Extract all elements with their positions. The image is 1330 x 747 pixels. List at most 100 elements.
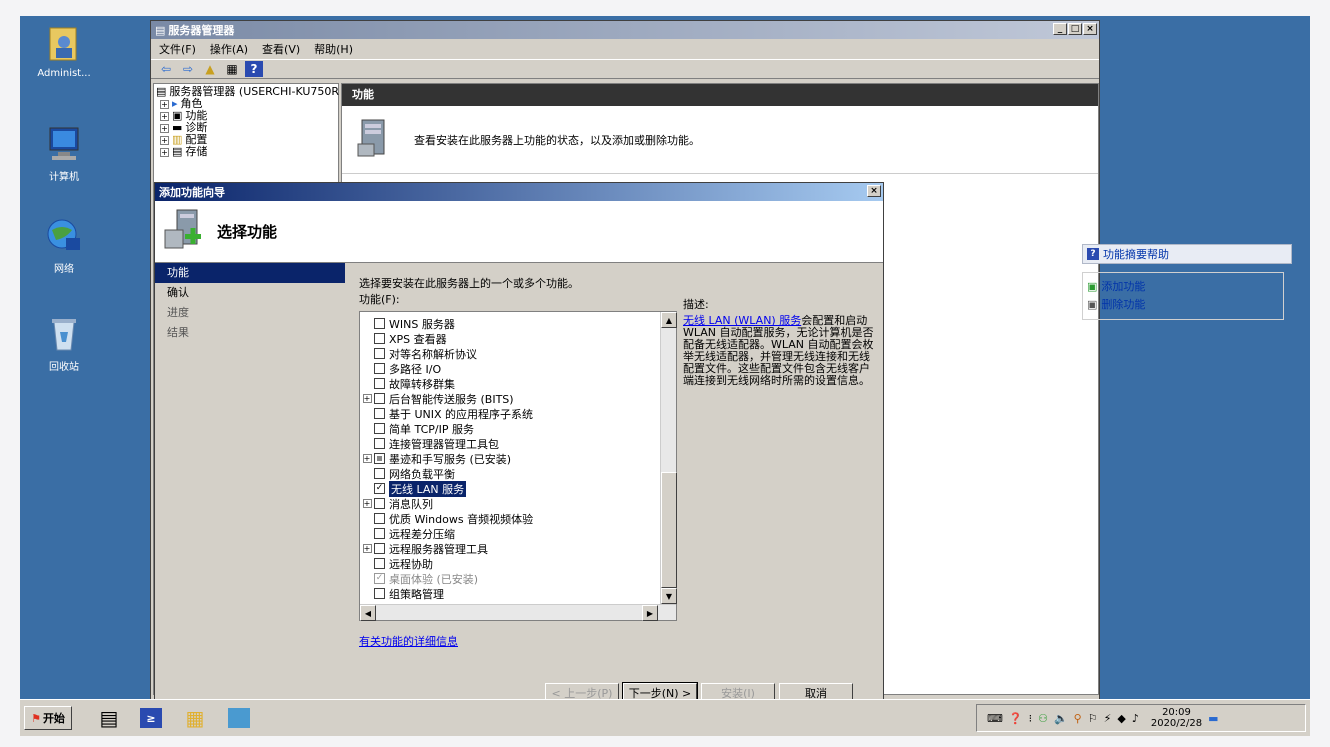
- feature-checkbox[interactable]: [374, 558, 385, 569]
- wizard-titlebar[interactable]: 添加功能向导 ×: [155, 183, 883, 201]
- input-method-icon[interactable]: ⁝: [1029, 712, 1033, 725]
- taskbar-control-panel[interactable]: [224, 704, 254, 732]
- minimize-button[interactable]: _: [1053, 23, 1067, 35]
- show-desktop-icon[interactable]: ▬: [1208, 712, 1218, 725]
- speaker-icon[interactable]: ♪: [1132, 712, 1139, 725]
- feature-row[interactable]: + 后台智能传送服务 (BITS): [360, 391, 660, 406]
- expand-icon[interactable]: +: [160, 99, 169, 109]
- network-connections-icon[interactable]: ◆: [1117, 712, 1125, 725]
- menu-file[interactable]: 文件(F): [159, 41, 196, 57]
- horizontal-scrollbar[interactable]: ◀ ▶: [360, 604, 676, 621]
- menu-action[interactable]: 操作(A): [210, 41, 248, 57]
- feature-checkbox[interactable]: [374, 393, 385, 404]
- menu-help[interactable]: 帮助(H): [314, 41, 353, 57]
- feature-row[interactable]: WINS 服务器: [360, 316, 660, 331]
- desktop-icon-administrator[interactable]: Administ...: [24, 24, 104, 79]
- features-list[interactable]: WINS 服务器 XPS 查看器 对等名称解析协议 多路径 I/O 故障转移群集 + 后台智…: [359, 311, 677, 621]
- scroll-right-icon[interactable]: ▶: [642, 605, 658, 621]
- feature-row[interactable]: + 远程服务器管理工具: [360, 541, 660, 556]
- feature-row[interactable]: 故障转移群集: [360, 376, 660, 391]
- feature-checkbox[interactable]: [374, 378, 385, 389]
- help-icon[interactable]: ?: [245, 61, 263, 77]
- feature-row[interactable]: ✓ 无线 LAN 服务: [360, 480, 660, 497]
- window-titlebar[interactable]: ▤ 服务器管理器 _ □ ×: [151, 21, 1099, 39]
- taskbar-powershell[interactable]: ≥: [136, 704, 166, 732]
- expand-icon[interactable]: +: [360, 544, 374, 553]
- step-features[interactable]: 功能: [155, 263, 345, 283]
- tree-item-configuration[interactable]: + ▥ 配置: [156, 134, 336, 146]
- wizard-close-button[interactable]: ×: [867, 185, 881, 197]
- search-icon[interactable]: ⚲: [1074, 712, 1082, 725]
- taskbar-server-manager[interactable]: ▤: [94, 704, 124, 732]
- expand-icon[interactable]: +: [360, 394, 374, 403]
- clock[interactable]: 20:09 2020/2/28: [1151, 707, 1202, 729]
- scroll-left-icon[interactable]: ◀: [360, 605, 376, 621]
- feature-row[interactable]: ✓ 桌面体验 (已安装): [360, 571, 660, 586]
- feature-checkbox[interactable]: [374, 513, 385, 524]
- feature-checkbox[interactable]: [374, 588, 385, 599]
- desktop-icon-network[interactable]: 网络: [24, 216, 104, 275]
- expand-icon[interactable]: +: [160, 135, 169, 145]
- tree-item-features[interactable]: + ▣ 功能: [156, 110, 336, 122]
- remove-features-link[interactable]: ▣ 删除功能: [1087, 295, 1279, 313]
- feature-checkbox[interactable]: [374, 543, 385, 554]
- menu-view[interactable]: 查看(V): [262, 41, 300, 57]
- help-tray-icon[interactable]: ❓: [1009, 712, 1023, 725]
- add-features-link[interactable]: ▣ 添加功能: [1087, 277, 1279, 295]
- back-arrow-icon[interactable]: ⇦: [157, 61, 175, 77]
- start-button[interactable]: ⚑ 开始: [24, 706, 72, 730]
- feature-row[interactable]: 网络负载平衡: [360, 466, 660, 481]
- feature-row[interactable]: 远程差分压缩: [360, 526, 660, 541]
- feature-row[interactable]: 远程协助: [360, 556, 660, 571]
- feature-checkbox[interactable]: ✓: [374, 483, 385, 494]
- expand-icon[interactable]: +: [160, 111, 169, 121]
- feature-row[interactable]: + 消息队列: [360, 496, 660, 511]
- feature-checkbox[interactable]: [374, 318, 385, 329]
- flag-icon[interactable]: ⚐: [1088, 712, 1098, 725]
- feature-checkbox[interactable]: [374, 468, 385, 479]
- expand-icon[interactable]: +: [360, 454, 374, 463]
- feature-checkbox[interactable]: [374, 408, 385, 419]
- maximize-button[interactable]: □: [1068, 23, 1082, 35]
- volume-icon[interactable]: 🔈: [1054, 712, 1068, 725]
- feature-checkbox[interactable]: [374, 498, 385, 509]
- forward-arrow-icon[interactable]: ⇨: [179, 61, 197, 77]
- desktop-icon-computer[interactable]: 计算机: [24, 124, 104, 183]
- feature-row[interactable]: 简单 TCP/IP 服务: [360, 421, 660, 436]
- expand-icon[interactable]: +: [160, 147, 169, 157]
- close-button[interactable]: ×: [1083, 23, 1097, 35]
- tree-item-diagnostics[interactable]: + ▬ 诊断: [156, 122, 336, 134]
- feature-row[interactable]: 多路径 I/O: [360, 361, 660, 376]
- help-title-row[interactable]: ? 功能摘要帮助: [1082, 244, 1292, 264]
- feature-checkbox[interactable]: [374, 438, 385, 449]
- feature-checkbox[interactable]: [374, 363, 385, 374]
- scroll-down-icon[interactable]: ▼: [661, 588, 677, 604]
- feature-row[interactable]: 对等名称解析协议: [360, 346, 660, 361]
- keyboard-icon[interactable]: ⌨: [987, 712, 1003, 725]
- up-folder-icon[interactable]: ▲: [201, 61, 219, 77]
- desktop-icon-recycle-bin[interactable]: 回收站: [24, 314, 104, 373]
- step-confirmation[interactable]: 确认: [155, 283, 345, 303]
- feature-checkbox[interactable]: [374, 453, 385, 464]
- feature-row[interactable]: XPS 查看器: [360, 331, 660, 346]
- tree-item-roles[interactable]: + ▸ 角色: [156, 98, 336, 110]
- network-tray-icon[interactable]: ⚇: [1038, 712, 1048, 725]
- scroll-up-icon[interactable]: ▲: [661, 312, 677, 328]
- feature-row[interactable]: + 墨迹和手写服务 (已安装): [360, 451, 660, 466]
- expand-icon[interactable]: +: [360, 499, 374, 508]
- feature-row[interactable]: 组策略管理: [360, 586, 660, 601]
- show-hide-tree-icon[interactable]: ▦: [223, 61, 241, 77]
- scrollbar-thumb[interactable]: [661, 472, 677, 588]
- feature-checkbox[interactable]: [374, 423, 385, 434]
- vertical-scrollbar[interactable]: ▲ ▼: [660, 312, 677, 604]
- feature-checkbox[interactable]: [374, 333, 385, 344]
- power-icon[interactable]: ⚡: [1104, 712, 1112, 725]
- feature-checkbox[interactable]: [374, 528, 385, 539]
- feature-row[interactable]: 优质 Windows 音频视频体验: [360, 511, 660, 526]
- feature-row[interactable]: 连接管理器管理工具包: [360, 436, 660, 451]
- taskbar-explorer[interactable]: ▦: [180, 704, 210, 732]
- feature-checkbox[interactable]: [374, 348, 385, 359]
- more-info-link[interactable]: 有关功能的详细信息: [359, 633, 458, 649]
- feature-row[interactable]: 基于 UNIX 的应用程序子系统: [360, 406, 660, 421]
- expand-icon[interactable]: +: [160, 123, 169, 133]
